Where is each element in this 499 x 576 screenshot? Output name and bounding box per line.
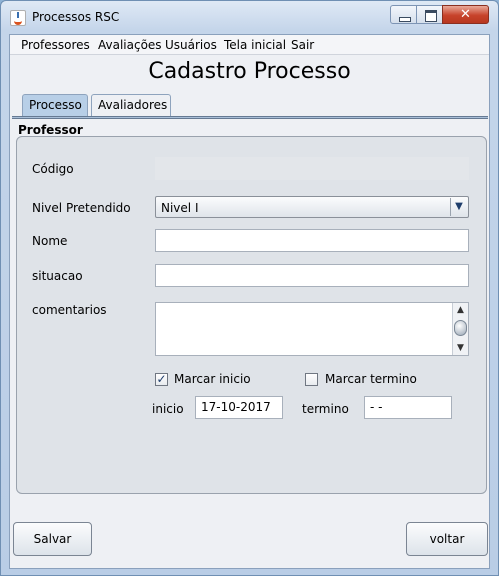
marcar-inicio-label[interactable]: Marcar inicio xyxy=(174,372,251,386)
tab-divider xyxy=(12,116,488,119)
section-professor-label: Professor xyxy=(18,123,83,137)
scroll-up-icon[interactable]: ▲ xyxy=(453,303,468,317)
window-title: Processos RSC xyxy=(32,10,120,24)
nivel-pretendido-label: Nivel Pretendido xyxy=(32,201,131,215)
comentarios-scrollbar[interactable]: ▲ ▼ xyxy=(452,303,468,355)
close-icon: ✕ xyxy=(460,7,471,22)
page-title: Cadastro Processo xyxy=(148,59,351,84)
marcar-inicio-checkbox[interactable]: ✓ xyxy=(155,373,168,386)
codigo-field xyxy=(155,157,469,180)
menu-bar: Professores Avaliações Usuários Tela ini… xyxy=(10,35,489,55)
scroll-thumb[interactable] xyxy=(454,320,467,336)
nivel-pretendido-value: Nivel I xyxy=(161,201,199,215)
tab-processo[interactable]: Processo xyxy=(22,94,88,116)
check-icon: ✓ xyxy=(156,372,167,386)
marcar-termino-checkbox[interactable] xyxy=(305,373,318,386)
menu-sair[interactable]: Sair xyxy=(291,38,314,52)
menu-avaliacoes[interactable]: Avaliações xyxy=(98,38,162,52)
marcar-termino-label[interactable]: Marcar termino xyxy=(325,372,417,386)
nome-label: Nome xyxy=(32,234,68,248)
chevron-down-icon[interactable]: ▼ xyxy=(450,198,467,216)
scroll-down-icon[interactable]: ▼ xyxy=(453,341,468,355)
maximize-button[interactable] xyxy=(416,5,443,24)
tab-avaliadores[interactable]: Avaliadores xyxy=(91,94,171,116)
content-pane: Professores Avaliações Usuários Tela ini… xyxy=(9,34,490,569)
inicio-date-field[interactable]: 17-10-2017 xyxy=(195,396,283,419)
comentarios-label: comentarios xyxy=(32,303,107,317)
close-button[interactable]: ✕ xyxy=(442,5,489,24)
app-window: Processos RSC ✕ Professores Avaliações U… xyxy=(0,0,499,576)
nivel-pretendido-select[interactable]: Nivel I ▼ xyxy=(155,196,469,218)
menu-usuarios[interactable]: Usuários xyxy=(165,38,217,52)
termino-date-field[interactable]: - - xyxy=(364,396,452,419)
situacao-label: situacao xyxy=(32,269,83,283)
comentarios-textarea[interactable]: ▲ ▼ xyxy=(155,302,469,356)
minimize-button[interactable] xyxy=(390,5,417,24)
title-bar[interactable]: Processos RSC ✕ xyxy=(1,1,498,33)
termino-label: termino xyxy=(302,402,349,416)
menu-professores[interactable]: Professores xyxy=(21,38,90,52)
codigo-label: Código xyxy=(32,162,74,176)
situacao-field[interactable] xyxy=(155,264,469,287)
inicio-label: inicio xyxy=(152,402,184,416)
salvar-button[interactable]: Salvar xyxy=(13,522,92,556)
nome-field[interactable] xyxy=(155,229,469,252)
menu-tela-inicial[interactable]: Tela inicial xyxy=(224,38,286,52)
java-app-icon xyxy=(10,10,26,26)
voltar-button[interactable]: voltar xyxy=(406,522,488,556)
